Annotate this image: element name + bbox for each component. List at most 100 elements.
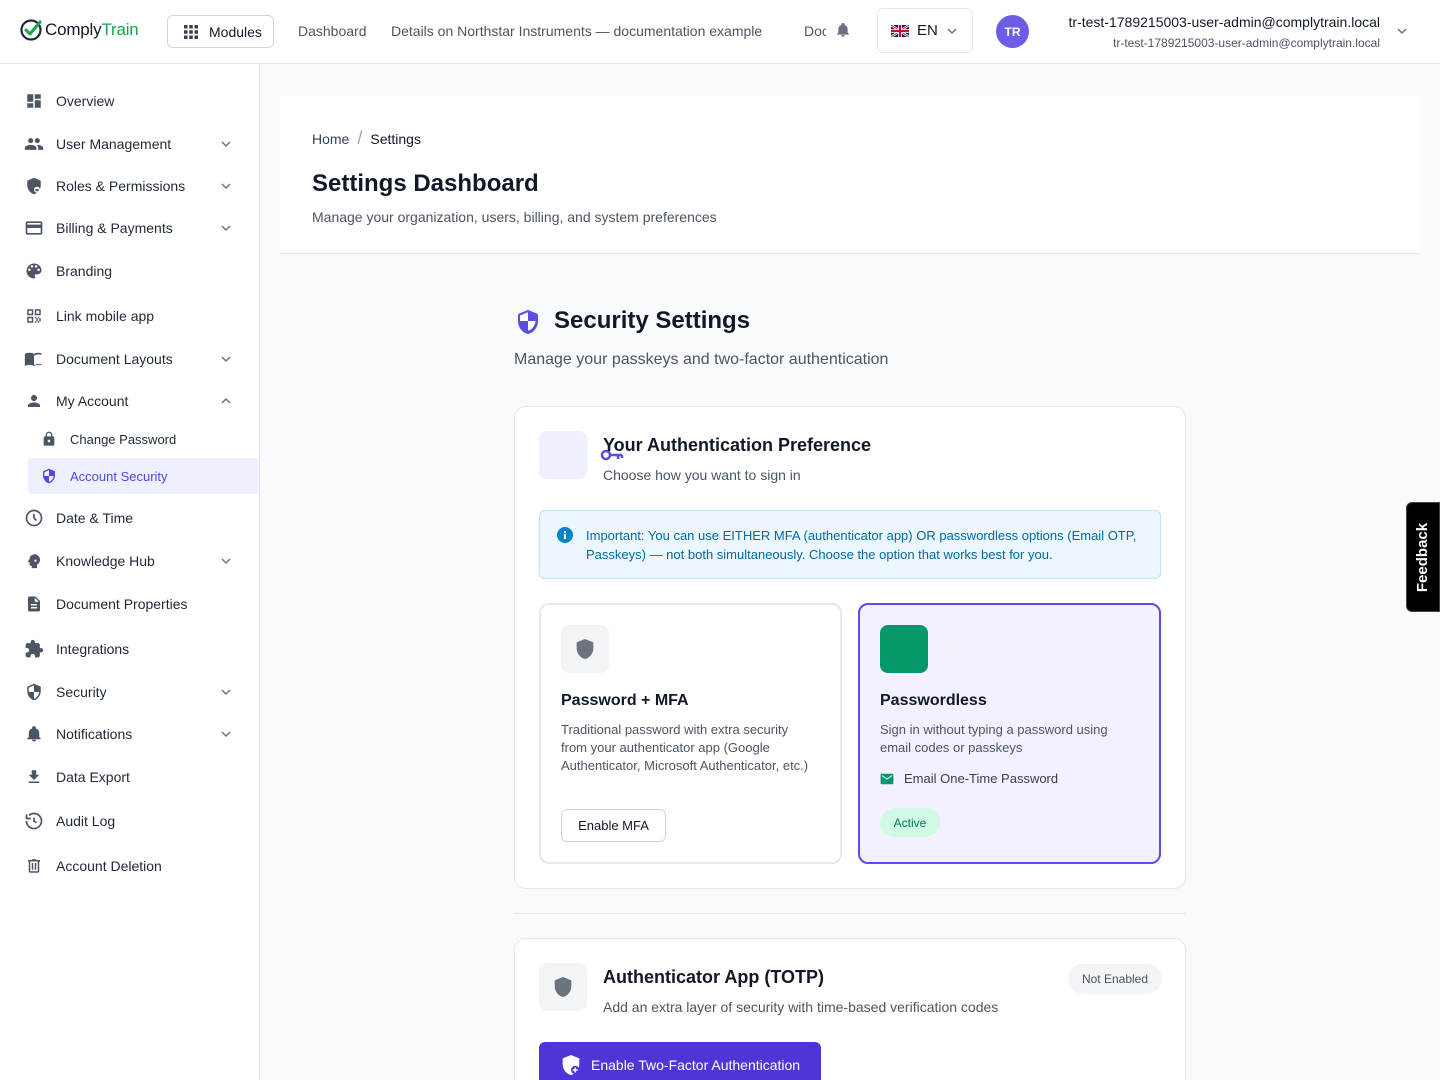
clock-icon	[24, 508, 44, 528]
puzzle-icon	[24, 639, 44, 659]
preference-title: Your Authentication Preference	[603, 435, 872, 455]
sidebar-item-document-layouts[interactable]: Document Layouts	[24, 347, 236, 371]
modules-button[interactable]: Modules	[167, 15, 274, 48]
sidebar-item-label: Overview	[56, 93, 115, 109]
option-mfa-title: Password + MFA	[561, 692, 689, 709]
sidebar-item-branding[interactable]: Branding	[24, 259, 236, 283]
top-bar: ComplyTrain Modules Dashboard Details on…	[0, 0, 1440, 64]
page-subtitle: Manage your organization, users, billing…	[312, 209, 717, 225]
sidebar-item-knowledge-hub[interactable]: Knowledge Hub	[24, 549, 236, 573]
sidebar-item-user-management[interactable]: User Management	[24, 132, 236, 156]
sidebar-item-label: Knowledge Hub	[56, 553, 155, 569]
security-shield-icon	[518, 310, 538, 334]
sidebar-item-date-time[interactable]: Date & Time	[24, 506, 236, 530]
sidebar-item-account-security[interactable]: Account Security	[28, 458, 259, 494]
trash-icon	[24, 856, 44, 876]
sidebar-item-label: Date & Time	[56, 510, 134, 526]
sidebar-item-overview[interactable]: Overview	[24, 89, 236, 113]
breadcrumb-home[interactable]: Home	[312, 131, 349, 147]
sidebar-item-my-account[interactable]: My Account	[24, 389, 236, 413]
psychology-icon	[24, 551, 44, 571]
palette-icon	[24, 261, 44, 281]
dashboard-icon	[24, 91, 44, 111]
book-icon	[24, 349, 44, 369]
totp-card: Authenticator App (TOTP) Add an extra la…	[514, 938, 1186, 1080]
sidebar-item-data-export[interactable]: Data Export	[24, 765, 236, 789]
logo-text: ComplyTrain	[45, 20, 139, 39]
chevron-down-icon	[221, 558, 231, 565]
chevron-down-icon	[221, 731, 231, 738]
bell-icon[interactable]	[835, 22, 851, 38]
shield-icon	[554, 977, 572, 997]
sidebar-item-security[interactable]: Security	[24, 680, 236, 704]
shield-lock-icon	[24, 176, 44, 196]
totp-icon-box	[539, 963, 587, 1011]
section-divider	[514, 913, 1186, 914]
sidebar-item-label: Document Layouts	[56, 351, 173, 367]
user-email: tr-test-1789215003-user-admin@complytrai…	[1113, 36, 1380, 50]
nav-dashboard[interactable]: Dashboard	[298, 23, 367, 39]
sidebar-item-label: Billing & Payments	[56, 220, 173, 236]
totp-subtitle: Add an extra layer of security with time…	[603, 999, 999, 1015]
user-menu-chevron-icon[interactable]	[1396, 25, 1408, 37]
language-selector[interactable]: EN	[877, 8, 973, 53]
lock-icon	[40, 430, 58, 448]
modules-label: Modules	[209, 23, 262, 40]
breadcrumb-separator: /	[357, 128, 363, 148]
sidebar-item-label: Notifications	[56, 726, 133, 742]
sidebar-item-change-password[interactable]: Change Password	[28, 421, 259, 457]
enable-2fa-button[interactable]: Enable Two-Factor Authentication	[539, 1042, 821, 1080]
download-icon	[24, 767, 44, 787]
option-passwordless[interactable]: Passwordless Sign in without typing a pa…	[858, 603, 1161, 864]
option-mfa-icon-box	[561, 625, 609, 673]
page-header: Home / Settings Settings Dashboard Manag…	[280, 96, 1420, 254]
logo-check-icon	[20, 19, 42, 41]
page-title: Settings Dashboard	[312, 170, 539, 197]
qr-code-icon	[24, 306, 44, 326]
sidebar-item-label: Branding	[56, 263, 113, 279]
option-passwordless-icon-box	[880, 625, 928, 673]
breadcrumb-current: Settings	[370, 130, 421, 147]
sidebar-item-label: Security	[56, 684, 107, 700]
option-mfa-description: Traditional password with extra security…	[561, 722, 809, 773]
sidebar-item-integrations[interactable]: Integrations	[24, 637, 236, 661]
status-badge-active: Active	[880, 808, 940, 837]
chevron-down-icon	[221, 183, 231, 190]
chevron-down-icon	[221, 141, 231, 148]
option-password-mfa[interactable]: Password + MFA Traditional password with…	[539, 603, 842, 864]
sidebar-item-account-deletion[interactable]: Account Deletion	[24, 854, 236, 878]
bell-icon	[24, 724, 44, 744]
sidebar-item-link-mobile-app[interactable]: Link mobile app	[24, 304, 236, 328]
info-icon	[557, 527, 573, 543]
enable-2fa-label: Enable Two-Factor Authentication	[591, 1056, 801, 1073]
auth-preference-card: Your Authentication Preference Choose ho…	[514, 406, 1186, 889]
preference-icon-box	[539, 431, 587, 479]
sidebar: Overview User Management Roles & Permiss…	[0, 64, 260, 1080]
sidebar-item-notifications[interactable]: Notifications	[24, 722, 236, 746]
sidebar-item-label: Change Password	[70, 431, 177, 447]
sidebar-item-label: User Management	[56, 136, 172, 152]
sidebar-item-billing[interactable]: Billing & Payments	[24, 216, 236, 240]
sidebar-item-label: Roles & Permissions	[56, 178, 186, 194]
sidebar-item-label: My Account	[56, 393, 129, 409]
enable-mfa-button[interactable]: Enable MFA	[561, 809, 666, 842]
shield-icon	[40, 467, 58, 485]
security-icon	[24, 682, 44, 702]
nav-details[interactable]: Details on Northstar Instruments — docum…	[391, 23, 762, 39]
security-settings-subtitle: Manage your passkeys and two-factor auth…	[514, 351, 889, 368]
users-icon	[24, 134, 44, 154]
sidebar-item-roles-permissions[interactable]: Roles & Permissions	[24, 174, 236, 198]
feedback-tab[interactable]: Feedback	[1406, 502, 1440, 612]
shield-add-icon	[562, 1054, 580, 1075]
chevron-down-icon	[221, 689, 231, 696]
option-passwordless-title: Passwordless	[880, 692, 987, 709]
nav-documentation[interactable]: Documentation	[804, 23, 826, 39]
status-badge-not-enabled: Not Enabled	[1068, 964, 1162, 994]
info-alert-text: Important: You can use EITHER MFA (authe…	[586, 528, 1137, 562]
avatar[interactable]: TR	[996, 15, 1029, 48]
logo[interactable]: ComplyTrain	[19, 18, 139, 42]
email-otp-method: Email One-Time Password	[880, 771, 1058, 786]
sidebar-item-audit-log[interactable]: Audit Log	[24, 809, 236, 833]
email-icon	[880, 773, 894, 784]
sidebar-item-document-properties[interactable]: Document Properties	[24, 592, 236, 616]
